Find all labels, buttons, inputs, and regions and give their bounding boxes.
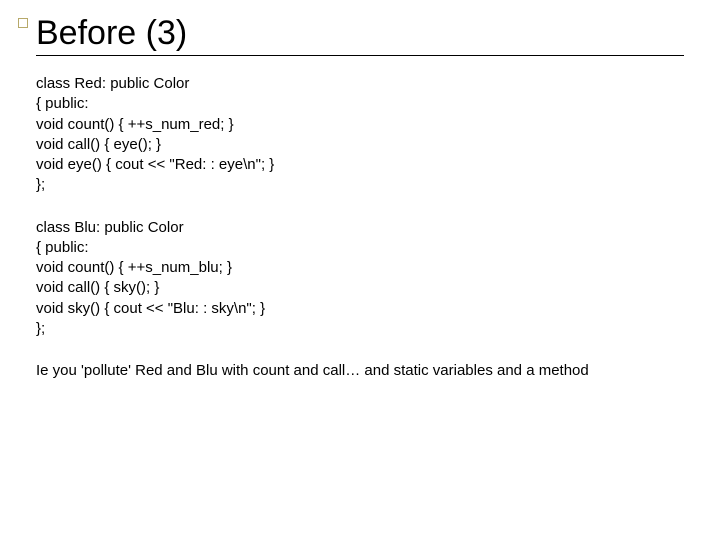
code-line: void call() { eye(); }	[36, 135, 684, 155]
code-line: void call() { sky(); }	[36, 278, 684, 298]
code-block-red: class Red: public Color { public: void c…	[36, 74, 684, 196]
code-line: };	[36, 319, 684, 339]
slide: Before (3) class Red: public Color { pub…	[0, 0, 720, 540]
code-line: { public:	[36, 94, 684, 114]
code-block-blu: class Blu: public Color { public: void c…	[36, 218, 684, 340]
title-divider	[36, 55, 684, 56]
code-line: };	[36, 175, 684, 195]
footnote: Ie you 'pollute' Red and Blu with count …	[36, 361, 684, 381]
code-line: void count() { ++s_num_blu; }	[36, 258, 684, 278]
code-line: class Blu: public Color	[36, 218, 684, 238]
code-line: void eye() { cout << "Red: : eye\n"; }	[36, 155, 684, 175]
slide-title: Before (3)	[36, 14, 684, 53]
code-line: void sky() { cout << "Blu: : sky\n"; }	[36, 299, 684, 319]
code-line: void count() { ++s_num_red; }	[36, 115, 684, 135]
code-line: { public:	[36, 238, 684, 258]
accent-square	[18, 18, 28, 28]
code-line: class Red: public Color	[36, 74, 684, 94]
slide-body: class Red: public Color { public: void c…	[36, 74, 684, 381]
